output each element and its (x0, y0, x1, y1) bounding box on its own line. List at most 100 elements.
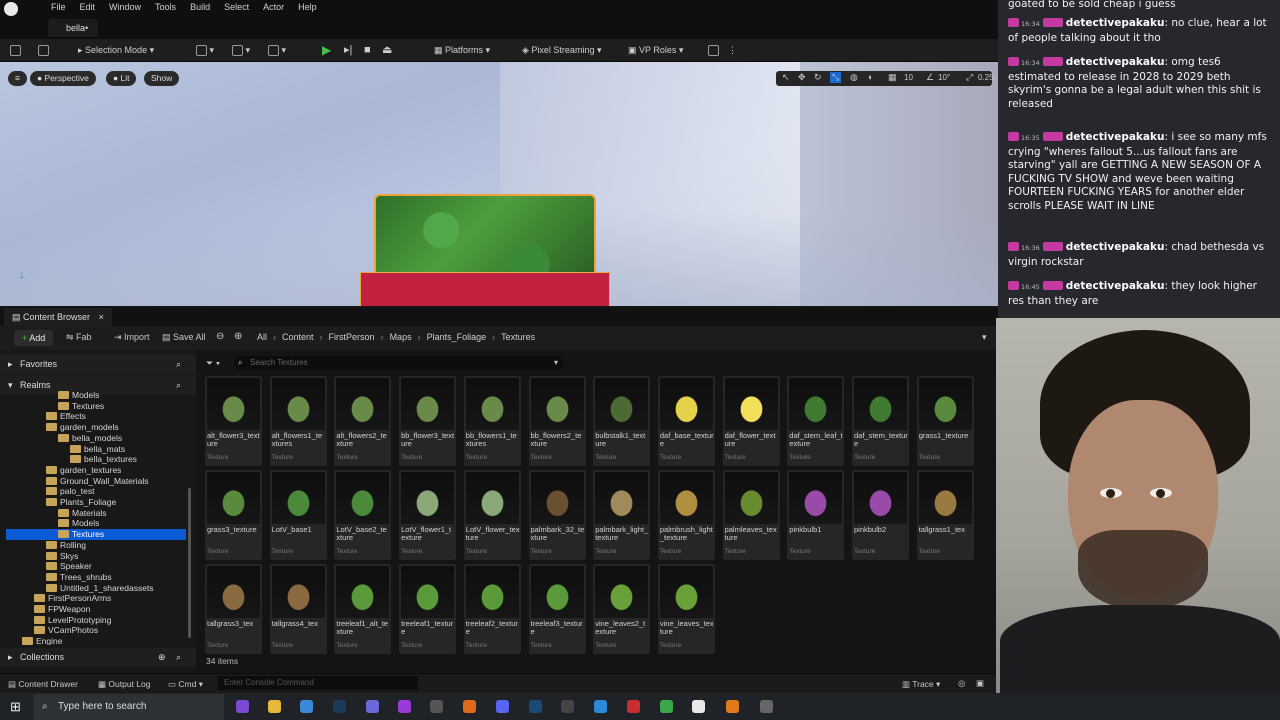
level-tab[interactable]: bella• (48, 19, 99, 37)
breadcrumb-item[interactable]: Content (282, 332, 314, 342)
app-icon[interactable] (660, 700, 673, 713)
forward-icon[interactable]: ⊕ (234, 331, 242, 342)
app-icon[interactable] (430, 700, 443, 713)
lit-button[interactable]: ● Lit (106, 71, 137, 86)
save-all-button[interactable]: ▤ Save All (162, 332, 206, 343)
folder-tree-item[interactable]: Effects (6, 411, 186, 422)
asset-tile[interactable]: alt_flowers2_texture Texture (334, 376, 392, 466)
asset-tile[interactable]: grass3_texture Texture (205, 470, 262, 560)
asset-tile[interactable]: treeleaf2_texture Texture (463, 564, 521, 654)
asset-tile[interactable]: treeleaf1_alt_texture Texture (334, 564, 392, 654)
unreal-engine-icon[interactable] (692, 700, 705, 713)
search-input[interactable]: Search Textures (234, 356, 564, 370)
asset-tile[interactable]: palmleaves_texture Texture (722, 470, 780, 560)
folder-tree-item[interactable]: Textures (6, 529, 186, 541)
output-log-button[interactable]: ▦ Output Log (98, 679, 150, 690)
source-control-icon[interactable]: ▣ (976, 678, 984, 689)
planter-mesh[interactable] (360, 272, 610, 306)
folder-tree-item[interactable]: Materials (6, 508, 186, 519)
asset-tile[interactable]: palmbark_32_texture Texture (528, 470, 586, 560)
asset-tile[interactable]: pinkbulb2 Texture (852, 470, 909, 560)
show-button[interactable]: Show (144, 71, 180, 86)
breadcrumb-item[interactable]: FirstPerson (329, 332, 375, 342)
folder-tree-item[interactable]: Textures (6, 401, 186, 412)
taskbar-search[interactable]: ⌕ Type here to search (34, 694, 224, 720)
more-icon[interactable]: ⋮ (728, 43, 737, 58)
asset-tile[interactable]: daf_stem_texture Texture (852, 376, 909, 466)
content-icon[interactable] (38, 43, 49, 58)
stop-icon[interactable]: ■ (364, 43, 371, 58)
chat-username[interactable]: detectivepakaku (1066, 280, 1165, 292)
asset-tile[interactable]: palmbrush_light_texture Texture (657, 470, 715, 560)
vp-roles-button[interactable]: ▣ VP Roles ▾ (628, 43, 683, 58)
back-icon[interactable]: ⊖ (216, 331, 224, 342)
chat-username[interactable]: detectivepakaku (1066, 56, 1165, 68)
chat-username[interactable]: detectivepakaku (1066, 17, 1165, 29)
asset-tile[interactable]: treeleaf3_texture Texture (528, 564, 586, 654)
folder-tree-item[interactable]: VCamPhotos (6, 625, 186, 636)
asset-tile[interactable]: tallgrass4_tex Texture (269, 564, 327, 654)
app-icon[interactable] (594, 700, 607, 713)
fab-button[interactable]: ⇋ Fab (66, 332, 92, 343)
folder-tree-item[interactable]: Rolling (6, 540, 186, 551)
asset-tile[interactable]: daf_flower_texture Texture (722, 376, 780, 466)
play-icon[interactable]: ▶ (322, 43, 331, 58)
grid-size[interactable]: 10 (904, 73, 913, 82)
filter-icon[interactable]: ⏷ ▾ (206, 358, 220, 369)
asset-tile[interactable]: LotV_flower_texture Texture (463, 470, 521, 560)
close-icon[interactable]: × (99, 312, 104, 322)
firefox-icon[interactable] (463, 700, 476, 713)
move-icon[interactable]: ✥ (798, 72, 806, 83)
folder-tree-item[interactable]: Speaker (6, 561, 186, 572)
discord-icon[interactable] (496, 700, 509, 713)
app-icon[interactable] (529, 700, 542, 713)
folder-tree-item[interactable]: bella_textures (6, 454, 186, 465)
cmd-button[interactable]: ▭ Cmd ▾ (168, 679, 203, 690)
asset-tile[interactable]: bb_flowers2_texture Texture (528, 376, 586, 466)
selection-mode-button[interactable]: ▸ Selection Mode ▾ (78, 43, 154, 58)
asset-tile[interactable]: LotV_base1 Texture (269, 470, 327, 560)
cinematics-icon[interactable]: ▾ (268, 43, 286, 58)
tree-scrollbar[interactable] (188, 488, 191, 638)
content-browser-tab[interactable]: ▤ Content Browser × (4, 308, 112, 326)
folder-tree-item[interactable]: bella_mats (6, 444, 186, 455)
file-explorer-icon[interactable] (268, 700, 281, 713)
app-icon[interactable] (760, 700, 773, 713)
asset-tile[interactable]: palmbark_light_texture Texture (593, 470, 651, 560)
folder-tree-item[interactable]: Engine (6, 636, 186, 645)
folder-tree-item[interactable]: FirstPersonArms (6, 593, 186, 604)
console-input[interactable]: Enter Console Command (218, 676, 418, 690)
menu-item[interactable]: File (44, 2, 73, 12)
folder-tree-item[interactable]: Skys (6, 551, 186, 562)
folder-tree-item[interactable]: Untitled_1_sharedassets (6, 583, 186, 594)
rotate-icon[interactable]: ↻ (814, 72, 822, 83)
favorites-section[interactable]: ▸ Favorites ⌕ (0, 354, 196, 374)
pixel-streaming-button[interactable]: ◈ Pixel Streaming ▾ (522, 43, 601, 58)
asset-tile[interactable]: vine_leaves_texture Texture (657, 564, 715, 654)
folder-tree-item[interactable]: palo_test (6, 486, 186, 497)
world-icon[interactable]: ◍ (850, 72, 858, 83)
collections-section[interactable]: ▸ Collections ⊕ ⌕ (0, 648, 196, 666)
menu-item[interactable]: Help (291, 2, 324, 12)
app-icon[interactable] (366, 700, 379, 713)
asset-tile[interactable]: tallgrass3_tex Texture (205, 564, 262, 654)
chat-username[interactable]: detectivepakaku (1066, 241, 1165, 253)
app-icon[interactable] (561, 700, 574, 713)
asset-tile[interactable]: LotV_base2_texture Texture (334, 470, 392, 560)
asset-tile[interactable]: alt_flower3_texture Texture (205, 376, 262, 466)
folder-tree-item[interactable]: Trees_shrubs (6, 572, 186, 583)
menu-item[interactable]: Build (183, 2, 217, 12)
folder-tree-item[interactable]: garden_models (6, 422, 186, 433)
derived-data-icon[interactable]: ◎ (958, 678, 965, 689)
breadcrumb-item[interactable]: Maps (390, 332, 412, 342)
asset-tile[interactable]: LotV_flower1_texture Texture (399, 470, 457, 560)
asset-tile[interactable]: daf_stem_leaf_texture Texture (787, 376, 845, 466)
search-icon[interactable]: ⌕ (176, 354, 181, 374)
folder-tree-item[interactable]: LevelPrototyping (6, 615, 186, 626)
asset-tile[interactable]: grass1_texture Texture (916, 376, 974, 466)
viewport-menu-icon[interactable]: ≡ (8, 71, 27, 86)
asset-tile[interactable]: alt_flowers1_textures Texture (269, 376, 327, 466)
folder-tree-item[interactable]: garden_textures (6, 465, 186, 476)
search-dropdown-icon[interactable]: ▾ (554, 358, 558, 367)
app-icon[interactable] (398, 700, 411, 713)
